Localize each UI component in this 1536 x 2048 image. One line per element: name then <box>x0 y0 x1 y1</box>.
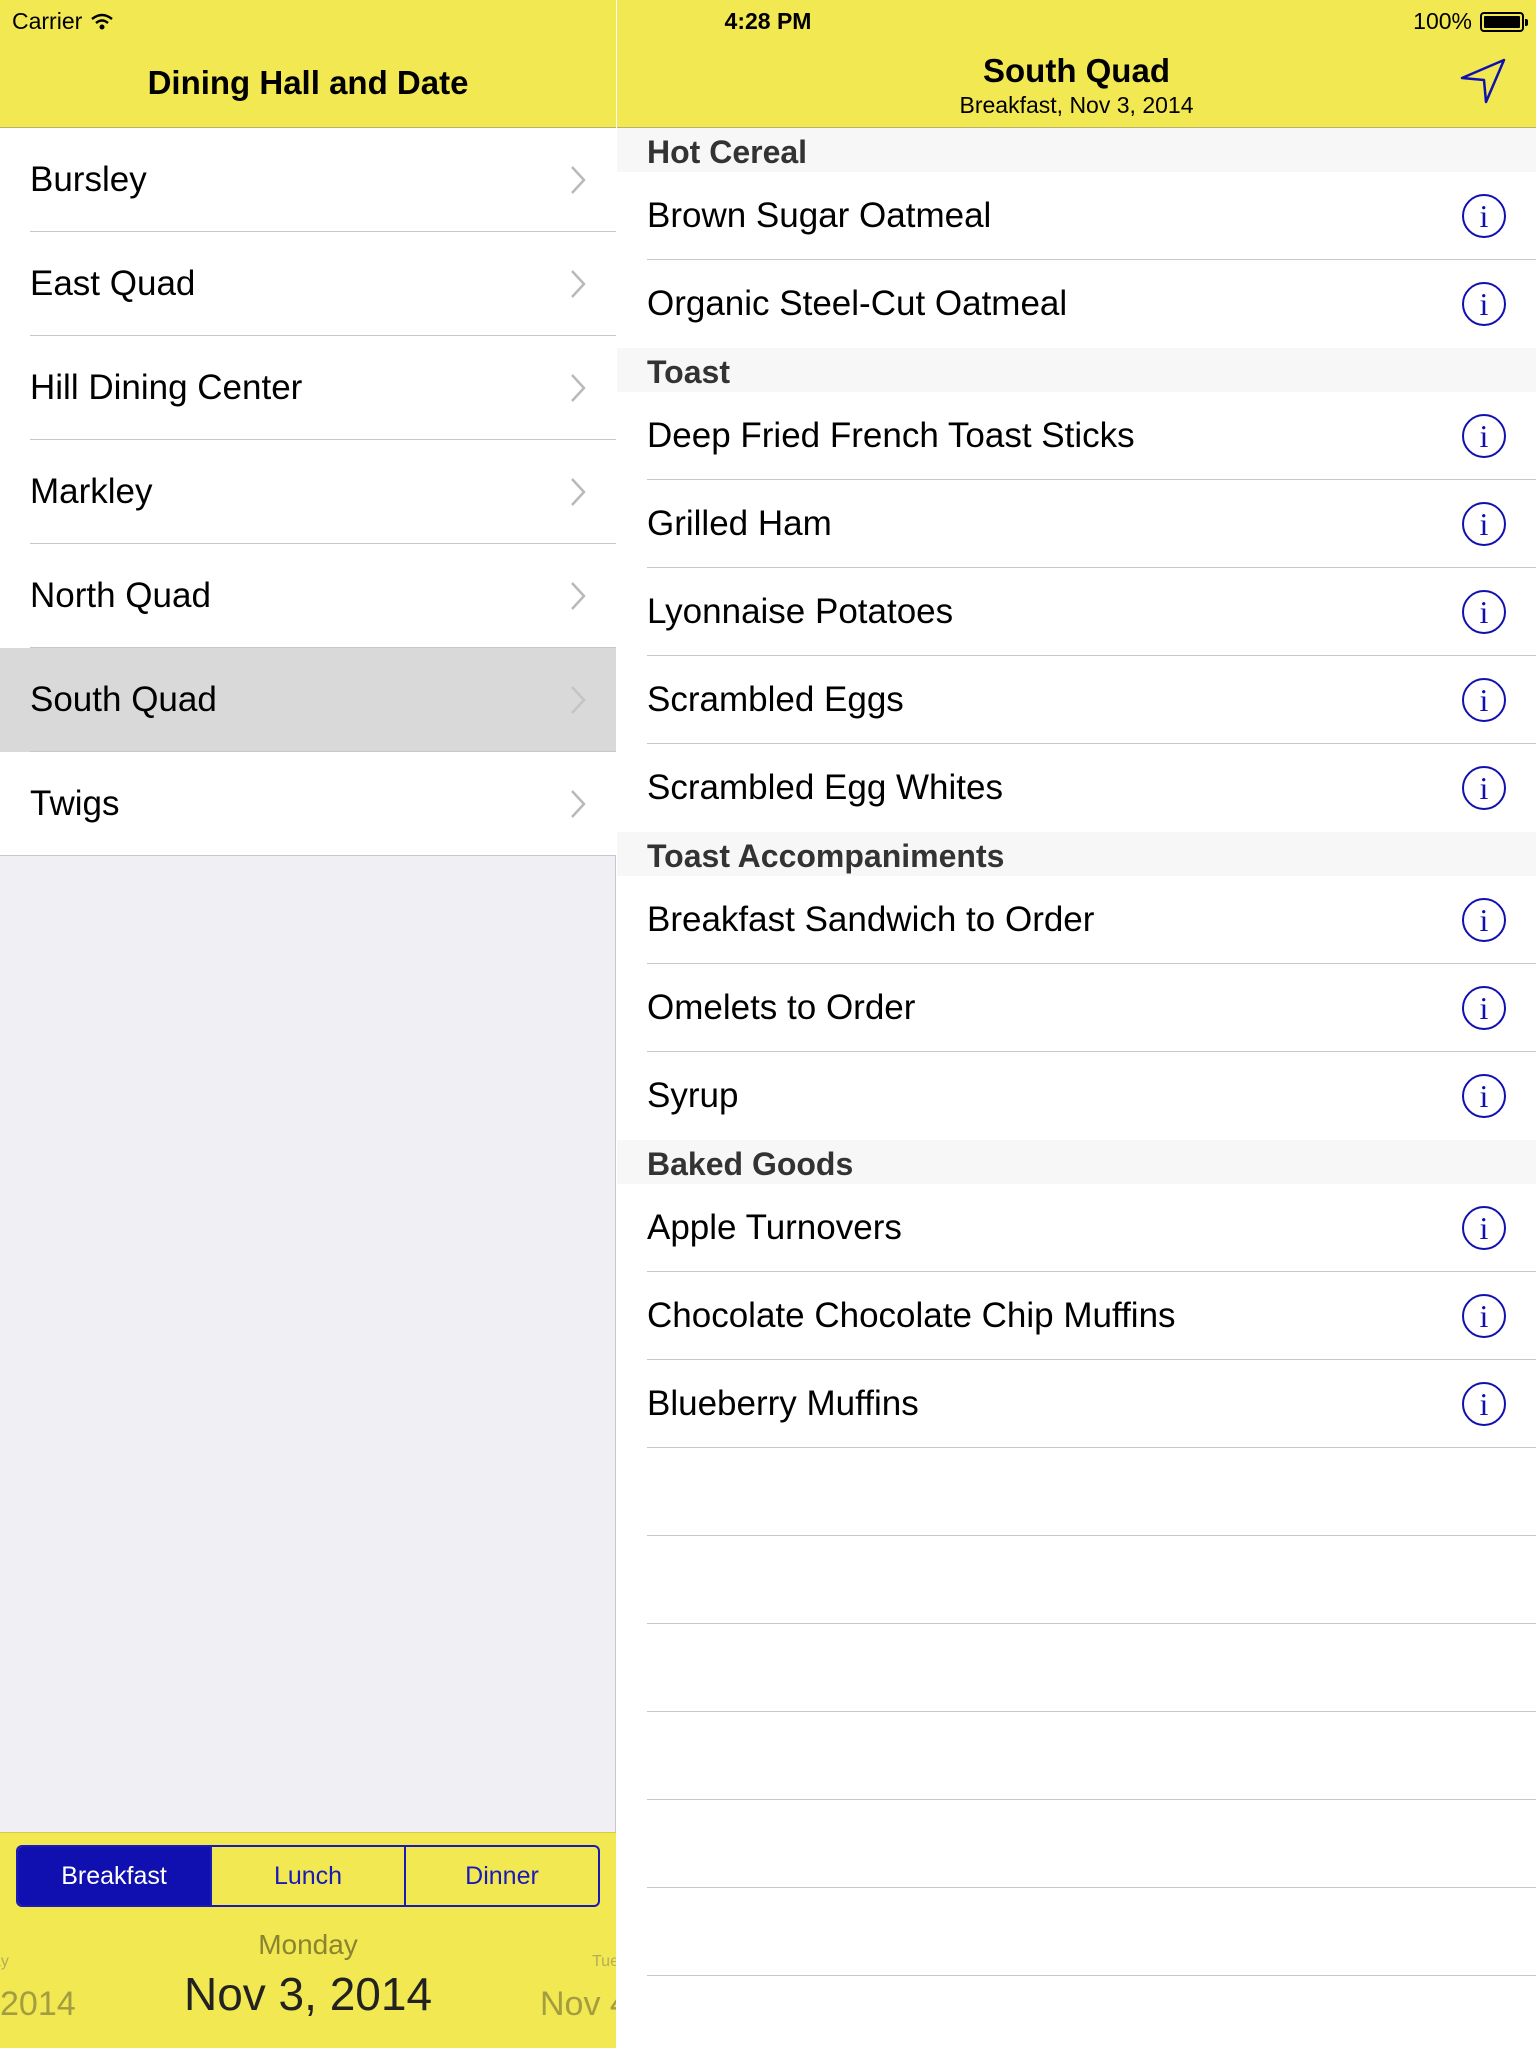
hall-item-markley[interactable]: Markley <box>0 440 616 544</box>
empty-row <box>617 1536 1536 1624</box>
menu-item-label: Chocolate Chocolate Chip Muffins <box>647 1296 1176 1335</box>
menu-item[interactable]: Chocolate Chocolate Chip Muffins i <box>617 1272 1536 1360</box>
empty-row <box>617 1888 1536 1976</box>
info-icon[interactable]: i <box>1462 414 1506 458</box>
menu-item-label: Scrambled Eggs <box>647 680 904 719</box>
info-icon[interactable]: i <box>1462 502 1506 546</box>
section-header-toast: Toast <box>617 348 1536 392</box>
menu-item[interactable]: Brown Sugar Oatmeal i <box>617 172 1536 260</box>
info-icon[interactable]: i <box>1462 898 1506 942</box>
info-icon[interactable]: i <box>1462 1206 1506 1250</box>
status-bar: Carrier 4:28 PM 100% <box>0 0 1536 40</box>
menu-item[interactable]: Syrup i <box>617 1052 1536 1140</box>
empty-row <box>617 1712 1536 1800</box>
menu-item[interactable]: Scrambled Egg Whites i <box>617 744 1536 832</box>
hall-item-south-quad[interactable]: South Quad <box>0 648 616 752</box>
meal-date-subtitle: Breakfast, Nov 3, 2014 <box>959 92 1194 118</box>
chevron-right-icon <box>571 374 586 402</box>
chevron-right-icon <box>571 270 586 298</box>
chevron-right-icon <box>571 166 586 194</box>
menu-item-label: Grilled Ham <box>647 504 832 543</box>
menu-list: Hot Cereal Brown Sugar Oatmeal i Organic… <box>617 128 1536 1976</box>
info-icon[interactable]: i <box>1462 1382 1506 1426</box>
hall-item-label: Hill Dining Center <box>30 368 303 407</box>
info-icon[interactable]: i <box>1462 194 1506 238</box>
menu-item-label: Omelets to Order <box>647 988 916 1027</box>
menu-item-label: Syrup <box>647 1076 739 1115</box>
segment-lunch[interactable]: Lunch <box>212 1847 406 1905</box>
menu-item-label: Deep Fried French Toast Sticks <box>647 416 1135 455</box>
menu-item[interactable]: Lyonnaise Potatoes i <box>617 568 1536 656</box>
menu-item-label: Breakfast Sandwich to Order <box>647 900 1095 939</box>
hall-item-bursley[interactable]: Bursley <box>0 128 616 232</box>
segment-breakfast[interactable]: Breakfast <box>18 1847 212 1905</box>
info-icon[interactable]: i <box>1462 986 1506 1030</box>
hall-item-north-quad[interactable]: North Quad <box>0 544 616 648</box>
date-picker[interactable]: ay 2014 Monday Nov 3, 2014 Tue Nov 4 <box>0 1923 616 2048</box>
hall-item-label: Twigs <box>30 784 120 823</box>
menu-item-label: Lyonnaise Potatoes <box>647 592 954 631</box>
menu-item[interactable]: Organic Steel-Cut Oatmeal i <box>617 260 1536 348</box>
left-pane: Dining Hall and Date Bursley East Quad H… <box>0 0 616 2048</box>
hall-item-label: Bursley <box>30 160 147 199</box>
left-nav-title: Dining Hall and Date <box>147 64 469 101</box>
meal-segmented-control: Breakfast Lunch Dinner <box>16 1845 600 1907</box>
section-header-toast-accompaniments: Toast Accompaniments <box>617 832 1536 876</box>
info-icon[interactable]: i <box>1462 766 1506 810</box>
right-pane: South Quad Breakfast, Nov 3, 2014 Hot Ce… <box>617 0 1536 2048</box>
dining-hall-list: Bursley East Quad Hill Dining Center Mar… <box>0 128 616 856</box>
menu-item[interactable]: Apple Turnovers i <box>617 1184 1536 1272</box>
info-icon[interactable]: i <box>1462 590 1506 634</box>
status-time: 4:28 PM <box>724 8 812 34</box>
chevron-right-icon <box>571 790 586 818</box>
menu-item[interactable]: Grilled Ham i <box>617 480 1536 568</box>
hall-item-label: South Quad <box>30 680 217 719</box>
menu-item[interactable]: Deep Fried French Toast Sticks i <box>617 392 1536 480</box>
menu-item-label: Organic Steel-Cut Oatmeal <box>647 284 1068 323</box>
info-icon[interactable]: i <box>1462 678 1506 722</box>
chevron-right-icon <box>571 582 586 610</box>
segment-dinner[interactable]: Dinner <box>406 1847 598 1905</box>
section-header-baked-goods: Baked Goods <box>617 1140 1536 1184</box>
menu-item[interactable]: Omelets to Order i <box>617 964 1536 1052</box>
empty-row <box>617 1800 1536 1888</box>
selected-date-label: Nov 3, 2014 <box>183 1968 433 2020</box>
battery-percent: 100% <box>1413 8 1472 34</box>
next-date-label[interactable]: Nov 4 <box>540 1985 616 2024</box>
battery-group: 100% <box>1413 8 1528 35</box>
empty-row <box>617 1448 1536 1536</box>
hall-item-label: Markley <box>30 472 153 511</box>
meal-date-panel: Breakfast Lunch Dinner ay 2014 Monday No… <box>0 1832 616 2048</box>
location-arrow-icon[interactable] <box>1458 56 1508 106</box>
chevron-right-icon <box>571 478 586 506</box>
menu-item-label: Blueberry Muffins <box>647 1384 919 1423</box>
info-icon[interactable]: i <box>1462 282 1506 326</box>
hall-item-label: North Quad <box>30 576 211 615</box>
menu-item[interactable]: Scrambled Eggs i <box>617 656 1536 744</box>
hall-item-label: East Quad <box>30 264 196 303</box>
info-icon[interactable]: i <box>1462 1294 1506 1338</box>
empty-row <box>617 1624 1536 1712</box>
battery-icon <box>1480 11 1528 32</box>
menu-item[interactable]: Breakfast Sandwich to Order i <box>617 876 1536 964</box>
section-header-hot-cereal: Hot Cereal <box>617 128 1536 172</box>
info-icon[interactable]: i <box>1462 1074 1506 1118</box>
next-day-label: Tue <box>592 1953 616 1970</box>
hall-item-hill-dining-center[interactable]: Hill Dining Center <box>0 336 616 440</box>
chevron-right-icon <box>571 686 586 714</box>
hall-item-east-quad[interactable]: East Quad <box>0 232 616 336</box>
hall-item-twigs[interactable]: Twigs <box>0 752 616 856</box>
selected-day-label: Monday <box>258 1929 358 1960</box>
menu-item[interactable]: Blueberry Muffins i <box>617 1360 1536 1448</box>
menu-item-label: Brown Sugar Oatmeal <box>647 196 992 235</box>
hall-title: South Quad <box>983 52 1170 89</box>
menu-item-label: Apple Turnovers <box>647 1208 902 1247</box>
menu-item-label: Scrambled Egg Whites <box>647 768 1003 807</box>
